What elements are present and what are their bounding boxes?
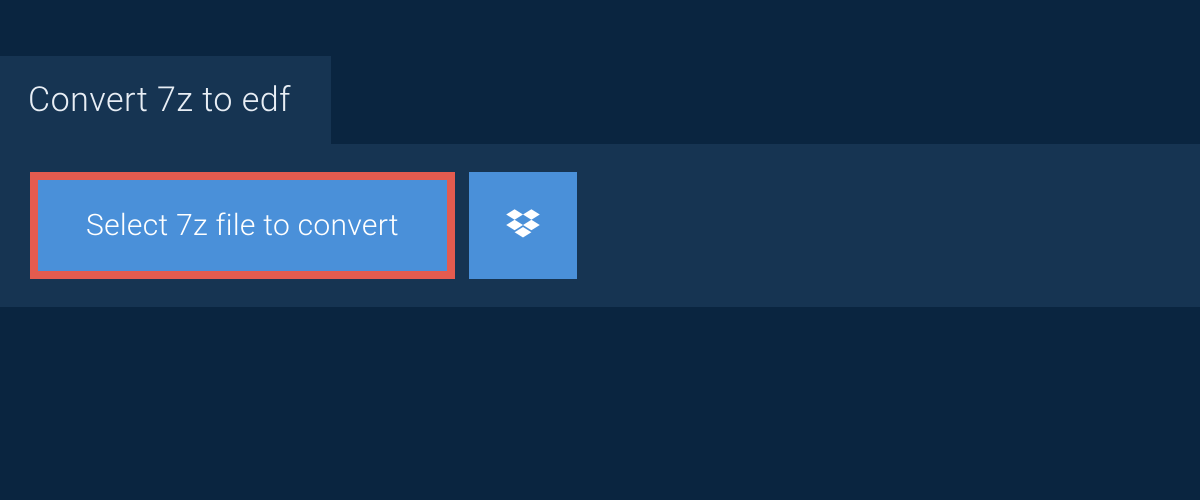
select-file-button[interactable]: Select 7z file to convert: [30, 172, 455, 279]
tab-header: Convert 7z to edf: [0, 56, 331, 144]
dropbox-button[interactable]: [469, 172, 577, 279]
page-title: Convert 7z to edf: [28, 80, 291, 120]
button-row: Select 7z file to convert: [30, 172, 1170, 279]
upload-panel: Select 7z file to convert: [0, 144, 1200, 307]
dropbox-icon: [502, 205, 544, 247]
select-file-label: Select 7z file to convert: [86, 208, 399, 243]
